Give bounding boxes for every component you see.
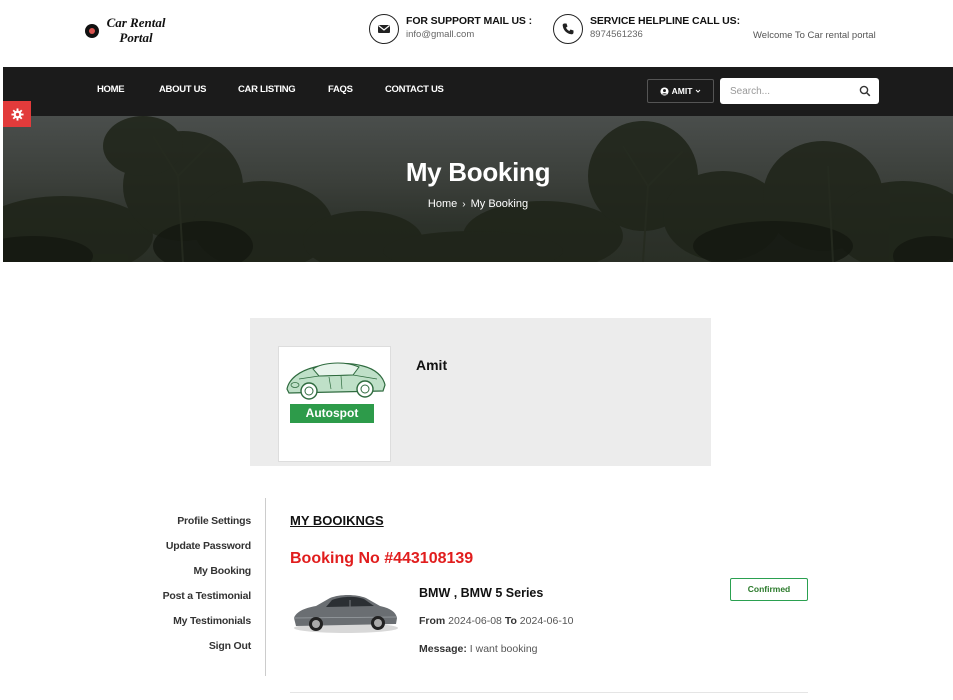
sidebar-item-my-booking[interactable]: My Booking — [194, 565, 252, 577]
settings-toggle[interactable] — [3, 101, 31, 127]
search-input[interactable] — [720, 78, 850, 104]
logo-mark-icon — [85, 24, 99, 38]
car-logo-image — [286, 362, 386, 400]
logo-line2: Portal — [119, 30, 153, 45]
envelope-icon — [369, 14, 399, 44]
booking-message: Message: I want booking — [419, 643, 538, 655]
user-menu-label: AMIT — [671, 86, 693, 96]
phone-title: SERVICE HELPLINE CALL US: — [590, 15, 740, 27]
sidebar-item-profile-settings[interactable]: Profile Settings — [177, 515, 251, 527]
nav-contact-us[interactable]: CONTACT US — [385, 84, 444, 95]
top-header: Car Rental Portal FOR SUPPORT MAIL US : … — [0, 0, 953, 67]
profile-card: Autospot Amit — [250, 318, 711, 466]
sidebar-item-my-testimonials[interactable]: My Testimonials — [173, 615, 251, 627]
chevron-down-icon — [696, 89, 701, 93]
page-title: My Booking — [405, 157, 551, 187]
profile-name: Amit — [416, 357, 448, 373]
message-label: Message: — [419, 643, 467, 655]
nav-faqs[interactable]: FAQS — [328, 84, 353, 95]
bookings-heading: MY BOOIKNGS — [290, 513, 384, 528]
breadcrumb-home[interactable]: Home — [428, 198, 457, 210]
breadcrumb: Home › My Booking — [3, 198, 953, 210]
page-banner: My Booking Home › My Booking — [3, 116, 953, 262]
phone-icon — [553, 14, 583, 44]
car-thumbnail-image[interactable] — [290, 584, 400, 636]
logo-line1: Car Rental — [106, 15, 166, 30]
sidebar-item-sign-out[interactable]: Sign Out — [209, 640, 251, 652]
banner-background-image — [3, 116, 953, 262]
sidebar-divider — [265, 498, 266, 676]
logo-text: Car Rental Portal — [101, 15, 171, 45]
divider — [290, 692, 808, 693]
sidebar-item-post-testimonial[interactable]: Post a Testimonial — [163, 590, 252, 602]
booking-number: Booking No #443108139 — [290, 550, 474, 567]
message-text: I want booking — [469, 643, 538, 655]
phone-value[interactable]: 8974561236 — [590, 29, 643, 40]
to-date: 2024-06-10 — [519, 615, 574, 627]
search-box — [720, 78, 879, 104]
from-date: 2024-06-08 — [448, 615, 502, 627]
nav-car-listing[interactable]: CAR LISTING — [238, 84, 296, 95]
breadcrumb-current: My Booking — [470, 198, 529, 210]
main-nav: HOME ABOUT US CAR LISTING FAQS CONTACT U… — [3, 67, 953, 116]
to-label: To — [504, 615, 517, 627]
site-logo[interactable]: Car Rental Portal — [85, 15, 185, 49]
user-circle-icon — [660, 86, 669, 96]
user-menu-button[interactable]: AMIT — [647, 79, 714, 103]
welcome-text: Welcome To Car rental portal — [753, 30, 876, 41]
from-label: From — [419, 615, 446, 627]
mail-value[interactable]: info@gmall.com — [406, 29, 474, 40]
booking-dates: From 2024-06-08 To 2024-06-10 — [419, 615, 574, 627]
car-title[interactable]: BMW , BMW 5 Series — [419, 586, 543, 600]
status-badge: Confirmed — [730, 578, 808, 601]
nav-about-us[interactable]: ABOUT US — [159, 84, 207, 95]
gear-icon — [10, 107, 24, 121]
sidebar-item-update-password[interactable]: Update Password — [166, 540, 251, 552]
chevron-right-icon: › — [462, 199, 466, 210]
mail-title: FOR SUPPORT MAIL US : — [406, 15, 533, 27]
brand-badge: Autospot — [290, 404, 374, 423]
nav-home[interactable]: HOME — [97, 84, 125, 95]
profile-avatar: Autospot — [278, 346, 391, 462]
search-icon[interactable] — [859, 85, 871, 97]
